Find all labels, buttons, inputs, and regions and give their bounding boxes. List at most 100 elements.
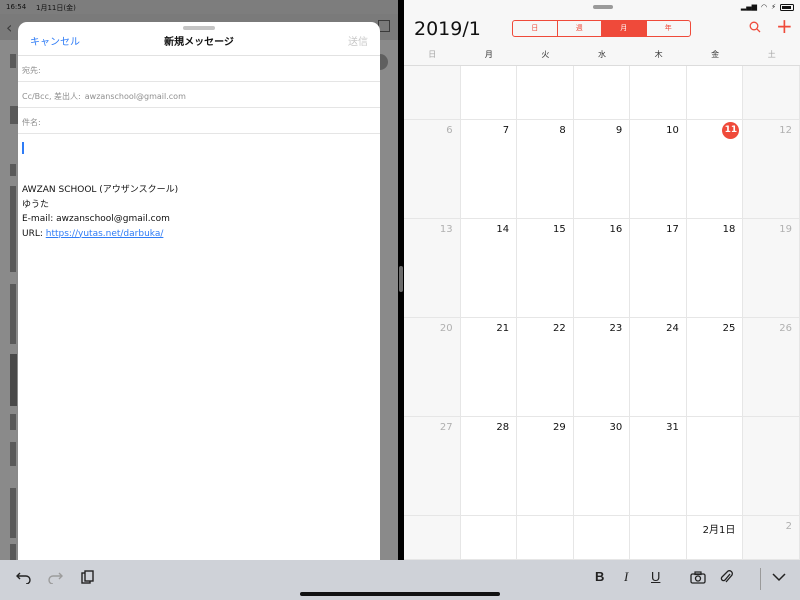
day-cell[interactable]	[460, 516, 518, 560]
battery-icon	[780, 3, 794, 11]
day-cell[interactable]: 7	[460, 120, 518, 219]
weekday-header: 日月火水木金土	[404, 44, 800, 66]
day-cell[interactable]: 29	[517, 417, 574, 516]
add-event-button[interactable]: +	[776, 16, 793, 36]
status-bar: 16:54 1月11日(金)	[0, 0, 398, 14]
background-text	[10, 284, 16, 344]
day-cell[interactable]: 17	[630, 219, 687, 318]
redo-icon[interactable]	[47, 570, 63, 584]
calendar-month-title[interactable]: 2019/1	[414, 18, 481, 40]
compose-title: 新規メッセージ	[164, 37, 234, 48]
day-cell[interactable]	[404, 516, 461, 560]
undo-icon[interactable]	[16, 570, 32, 584]
status-icons: ▂▄▆ ◠ ⚡	[741, 3, 794, 11]
day-cell[interactable]	[517, 516, 574, 560]
day-cell[interactable]: 16	[573, 219, 631, 318]
message-body[interactable]: AWZAN SCHOOL (アウザンスクール) ゆうた E-mail: awza…	[18, 134, 380, 554]
date-label: 31	[666, 422, 679, 433]
day-cell[interactable]: 6	[404, 120, 461, 219]
back-chevron-icon: ‹	[6, 18, 13, 37]
date-label: 12	[779, 125, 792, 136]
weekday-label: 火	[541, 50, 550, 59]
day-cell[interactable]	[573, 516, 631, 560]
date-label: 2月1日	[702, 525, 736, 536]
date-label: 23	[609, 323, 623, 334]
day-cell[interactable]	[630, 66, 687, 120]
date-label: 14	[496, 224, 510, 235]
day-cell[interactable]	[743, 66, 800, 120]
chevron-down-icon[interactable]	[772, 573, 786, 582]
day-cell[interactable]: 27	[404, 417, 461, 516]
month-grid: 6 7 8 9 10 11 12 13 14 15 16 17 18 19 20 21 22 23 24 25 26 27…	[404, 66, 800, 560]
background-text	[10, 488, 16, 538]
view-tab[interactable]: 日	[513, 21, 558, 36]
signature-link[interactable]: https://yutas.net/darbuka/	[46, 229, 164, 239]
day-cell[interactable]: 30	[573, 417, 631, 516]
day-cell[interactable]: 19	[743, 219, 800, 318]
cc-label: Cc/Bcc, 差出人: awzanschool@gmail.com	[22, 92, 186, 101]
date-label: 19	[779, 224, 792, 235]
view-tab[interactable]: 週	[558, 21, 602, 36]
view-tab[interactable]: 年	[647, 21, 691, 36]
paperclip-icon[interactable]	[720, 569, 734, 585]
calendar-pane: ▂▄▆ ◠ ⚡ 2019/1 日週月年 + 日月火水木金土 6 7 8 9 10 11 12…	[404, 0, 800, 560]
italic-button[interactable]: I	[624, 569, 628, 585]
day-cell[interactable]: 10	[630, 120, 687, 219]
day-cell[interactable]	[460, 66, 518, 120]
date-label: 6	[446, 125, 453, 136]
background-text	[10, 186, 16, 272]
day-cell[interactable]: 12	[743, 120, 800, 219]
day-cell[interactable]: 2月1日	[686, 516, 744, 560]
day-cell[interactable]	[686, 417, 744, 516]
cc-bcc-from-field[interactable]: Cc/Bcc, 差出人: awzanschool@gmail.com	[18, 82, 380, 108]
day-cell[interactable]: 24	[630, 318, 687, 417]
background-text	[10, 544, 16, 560]
day-cell[interactable]: 14	[460, 219, 518, 318]
background-text	[10, 54, 16, 68]
multitasking-grabber[interactable]	[593, 5, 613, 9]
day-cell[interactable]: 25	[686, 318, 744, 417]
camera-icon[interactable]	[690, 571, 706, 584]
day-cell[interactable]	[573, 66, 631, 120]
underline-button[interactable]: U	[651, 569, 660, 584]
day-cell[interactable]: 15	[517, 219, 574, 318]
day-cell[interactable]: 13	[404, 219, 461, 318]
background-text	[10, 414, 16, 430]
day-cell[interactable]: 2	[743, 516, 800, 560]
weekday-label: 金	[711, 50, 720, 59]
day-cell[interactable]: 23	[573, 318, 631, 417]
split-handle[interactable]	[399, 266, 403, 292]
day-cell[interactable]	[743, 417, 800, 516]
day-cell[interactable]	[686, 66, 744, 120]
cellular-icon: ▂▄▆	[740, 3, 757, 11]
day-cell[interactable]: 11	[686, 120, 744, 219]
day-cell[interactable]: 20	[404, 318, 461, 417]
day-cell[interactable]: 21	[460, 318, 518, 417]
day-cell[interactable]: 26	[743, 318, 800, 417]
day-cell[interactable]: 28	[460, 417, 518, 516]
day-cell[interactable]: 22	[517, 318, 574, 417]
day-cell[interactable]: 31	[630, 417, 687, 516]
view-tab[interactable]: 月	[602, 21, 647, 36]
subject-field[interactable]: 件名:	[18, 108, 380, 134]
search-icon[interactable]	[749, 21, 761, 35]
date-label: 20	[439, 323, 453, 334]
day-cell[interactable]	[630, 516, 687, 560]
bold-button[interactable]: B	[595, 569, 604, 584]
day-cell[interactable]	[517, 66, 574, 120]
date-label: 18	[722, 224, 736, 235]
from-address: awzanschool@gmail.com	[84, 92, 186, 101]
clipboard-icon[interactable]	[80, 570, 94, 584]
day-cell[interactable]: 9	[573, 120, 631, 219]
day-cell[interactable]: 18	[686, 219, 744, 318]
send-button[interactable]: 送信	[348, 33, 368, 48]
text-caret	[22, 142, 24, 154]
subject-label: 件名:	[22, 118, 41, 127]
to-field[interactable]: 宛先:	[18, 56, 380, 82]
weekday-label: 水	[597, 50, 606, 59]
date-label: 15	[552, 224, 566, 235]
day-cell[interactable]: 8	[517, 120, 574, 219]
day-cell[interactable]	[404, 66, 461, 120]
wifi-icon: ◠	[760, 3, 768, 11]
background-text	[10, 164, 16, 176]
